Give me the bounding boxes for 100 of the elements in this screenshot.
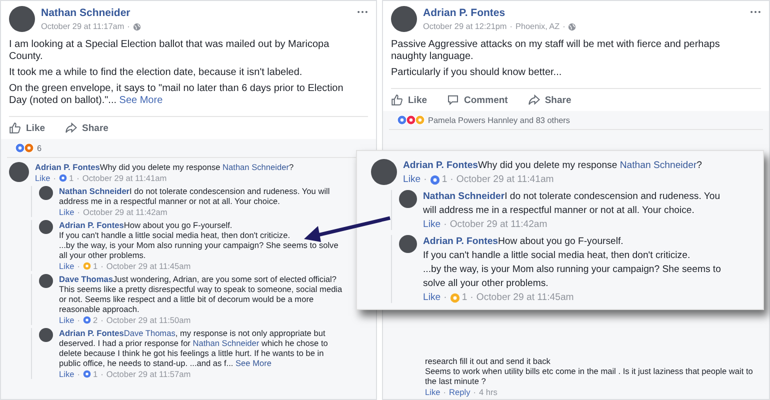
separator-dot: · (100, 315, 104, 325)
comment-text: If you can't handle a little social media heat, then don't criticize. (59, 230, 292, 240)
like-reaction-icon (83, 316, 91, 324)
comment-action-link[interactable]: Like (423, 219, 441, 230)
separator-dot: · (443, 387, 446, 397)
comment-time[interactable]: October 29 at 11:42am (450, 219, 548, 230)
comment-time[interactable]: October 29 at 11:45am (476, 292, 574, 303)
comment-time[interactable]: October 29 at 11:50am (106, 315, 191, 325)
like-reaction-icon (59, 174, 67, 182)
mention-link[interactable]: Nathan Schneider (192, 338, 260, 348)
globe-icon (132, 22, 141, 30)
comment-action-link[interactable]: Like (59, 369, 74, 379)
comment-action-link[interactable]: Like (403, 174, 421, 185)
separator-dot: · (470, 292, 474, 303)
separator-dot: · (424, 174, 427, 185)
comment-time[interactable]: October 29 at 11:41am (456, 174, 554, 185)
speech-bubble-icon (447, 94, 460, 106)
separator-dot: · (77, 369, 80, 379)
comment-time[interactable]: 4 hrs (478, 387, 498, 397)
comment-button[interactable]: Comment (447, 94, 508, 106)
avatar (371, 159, 397, 185)
comment-text: Seems to work when utility bills etc come in the mail . Is it just laziness that people wait to the last minute ? (425, 366, 754, 386)
separator-dot: · (473, 387, 476, 397)
like-reaction-icon (430, 174, 440, 184)
comment-text: Nathan SchneiderI do not tolerate condescension and rudeness. You will address me in a respectful manner or not at all. Your choice. (59, 186, 331, 206)
post-meta: October 29 at 12:21pm (423, 22, 507, 31)
separator-dot: · (444, 219, 447, 230)
comment-text: If you can't handle a little social media heat, then don't criticize. (423, 249, 692, 263)
reaction-count[interactable]: 6 (37, 144, 42, 152)
commenter-name-link[interactable]: Adrian P. Fontes (59, 328, 124, 338)
more-options-icon[interactable] (357, 10, 368, 14)
separator-dot: · (76, 173, 80, 183)
comment-action-link[interactable]: Like (35, 173, 50, 183)
separator-dot: · (450, 174, 454, 185)
mention-link[interactable]: Dave Thomas (124, 328, 176, 338)
like-reaction-icon (15, 143, 25, 153)
author-name[interactable]: Nathan Schneider (41, 7, 130, 19)
globe-icon (568, 22, 576, 30)
commenter-name-link[interactable]: Adrian P. Fontes (423, 236, 498, 247)
comment-text: Adrian P. FontesHow about you go F-yourself. (59, 220, 234, 230)
like-reaction-icon (83, 370, 91, 378)
like-button[interactable]: Like (391, 94, 428, 106)
see-more-link[interactable]: See More (233, 358, 272, 368)
avatar (391, 6, 417, 32)
avatar (399, 190, 417, 208)
like-button[interactable]: Like (9, 122, 46, 134)
commenter-name-link[interactable]: Nathan Schneider (59, 186, 130, 196)
avatar (39, 274, 53, 288)
more-options-icon[interactable] (750, 10, 761, 14)
comment-text: ...by the way, is your Mom also running your campaign? She seems to solve all your other problems. (59, 240, 340, 260)
comment-time[interactable]: October 29 at 11:45am (106, 261, 191, 271)
commenter-name-link[interactable]: Nathan Schneider (423, 191, 505, 202)
separator-dot: · (444, 292, 447, 303)
thumbs-up-icon (9, 122, 21, 134)
commenter-name-link[interactable]: Adrian P. Fontes (403, 160, 478, 171)
post-meta: · (127, 22, 130, 31)
comment-action-link[interactable]: Like (59, 315, 74, 325)
comment-text: Adrian P. FontesWhy did you delete my response Nathan Schneider? (35, 162, 295, 172)
reaction-summary[interactable]: Pamela Powers Hannley and 83 others (428, 116, 570, 124)
thumbs-up-icon (391, 94, 403, 106)
comment-text: Adrian P. FontesWhy did you delete my response Nathan Schneider? (403, 159, 703, 173)
separator-dot: · (77, 315, 80, 325)
comment-action-link[interactable]: Like (59, 261, 74, 271)
commenter-name-link[interactable]: Dave Thomas (59, 274, 113, 284)
post-meta: · (510, 22, 512, 31)
post-text: Passive Aggressive attacks on my staff will be met with fierce and perhaps naughty language. (391, 39, 721, 63)
commenter-name-link[interactable]: Adrian P. Fontes (59, 220, 124, 230)
comment-time[interactable]: October 29 at 11:41am (82, 173, 167, 183)
share-button[interactable]: Share (528, 94, 572, 106)
separator-dot: · (100, 369, 104, 379)
see-more-link[interactable]: See More (116, 95, 163, 106)
post-text: I am looking at a Special Election ballot that was mailed out by Maricopa County. (9, 39, 330, 63)
reaction-count: 2 (93, 315, 98, 325)
reaction-count: 1 (462, 292, 468, 303)
avatar (39, 220, 53, 234)
avatar (9, 6, 35, 32)
separator-dot: · (77, 207, 80, 217)
comment-text: ...by the way, is your Mom also running your campaign? She seems to solve all your other problems. (423, 263, 722, 291)
comment-text: Dave ThomasJust wondering, Adrian, are you some sort of elected official? This seems like a pretty disrespectful way to speak to someone, social media or not. Seems like respect and a little bit of decorum would be a more reasonable approach. (59, 274, 344, 314)
comment-action-link[interactable]: Like (423, 292, 441, 303)
avatar (39, 186, 53, 200)
post-text: It took me a while to find the election date, because it isn't labeled. (9, 67, 304, 79)
comment-time[interactable]: October 29 at 11:57am (106, 369, 191, 379)
mention-link[interactable]: Nathan Schneider (222, 162, 289, 172)
mention-link[interactable]: Nathan Schneider (620, 160, 697, 171)
reaction-count: 1 (69, 173, 74, 183)
comment-text: Adrian P. FontesDave Thomas, my response is not only appropriate but deserved. I had a prior response for Nathan Schneider which he chose to delete because I think he got his feelings a little hurt. If he wants to be in public office, he needs to stand-up. ...and as f... See More (59, 328, 329, 368)
author-name[interactable]: Adrian P. Fontes (423, 7, 506, 19)
comment-action-link[interactable]: Like (59, 207, 74, 217)
comment-action-link[interactable]: Reply (449, 387, 470, 397)
like-reaction-icon (397, 115, 407, 125)
comment-action-link[interactable]: Like (425, 387, 440, 397)
share-button[interactable]: Share (65, 122, 108, 134)
reaction-count: 1 (93, 369, 98, 379)
post-meta: October 29 at 11:17am (41, 22, 124, 31)
comment-text: research fill it out and send it back (425, 356, 552, 366)
post-meta: Phoenix, AZ (515, 22, 560, 31)
commenter-name-link[interactable]: Adrian P. Fontes (35, 162, 100, 172)
comment-time[interactable]: October 29 at 11:42am (83, 207, 168, 217)
avatar (399, 235, 417, 253)
